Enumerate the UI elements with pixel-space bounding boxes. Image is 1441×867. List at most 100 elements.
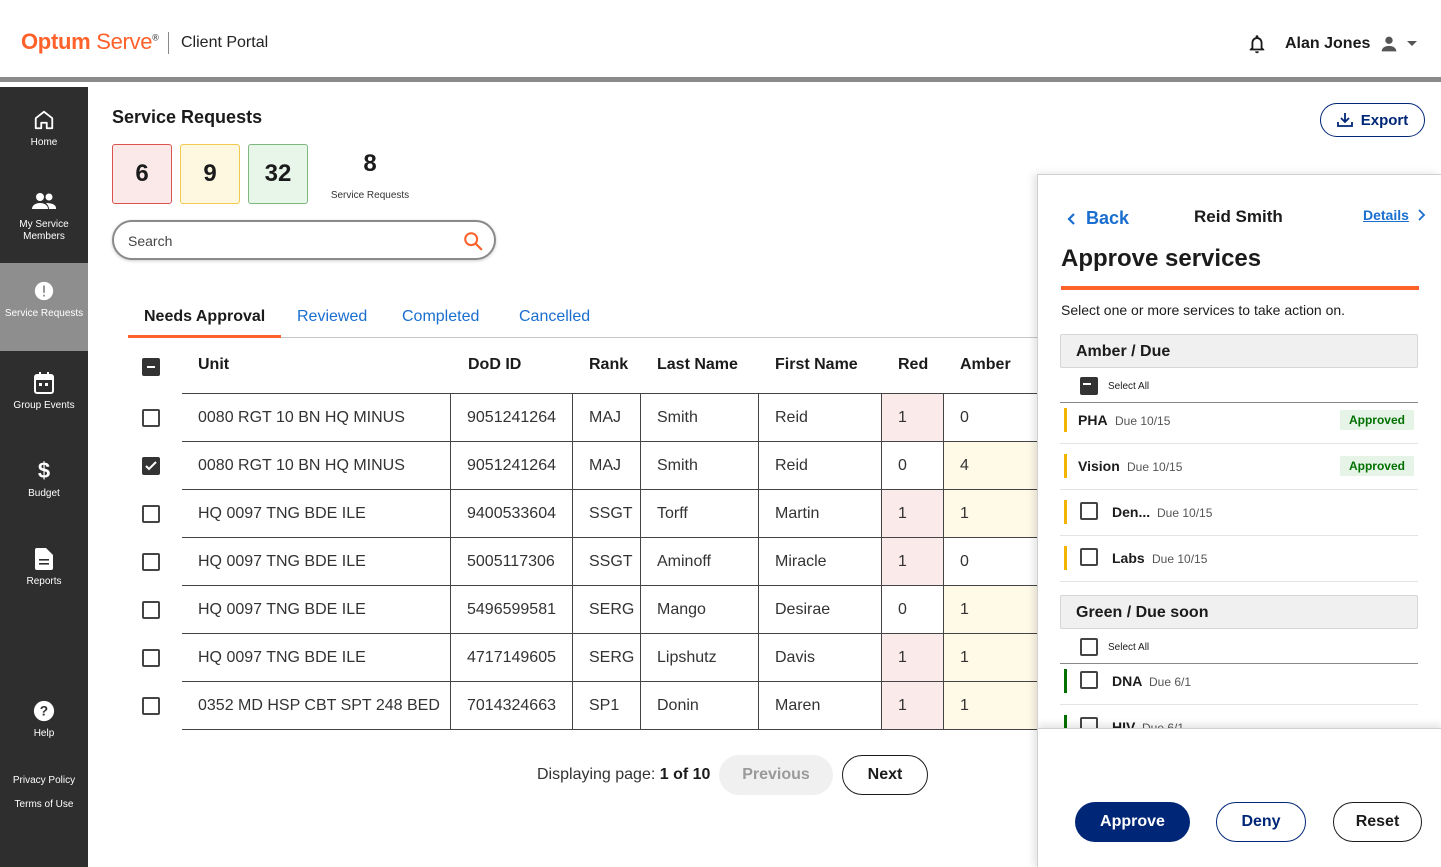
column-header-red[interactable]: Red: [898, 356, 928, 374]
cell-first: Desirae: [758, 586, 881, 633]
tab-needs-approval[interactable]: Needs Approval: [128, 304, 282, 338]
service-checkbox[interactable]: [1080, 502, 1098, 520]
service-item[interactable]: DNA Due 6/1: [1060, 659, 1418, 705]
optum-serve-logo[interactable]: Optum Serve®: [21, 29, 159, 55]
home-icon: [34, 110, 54, 130]
select-all-checkbox[interactable]: [142, 358, 160, 376]
cell-amber: 1: [943, 490, 1040, 537]
amber-count-tile[interactable]: 9: [180, 144, 240, 204]
terms-of-use-link[interactable]: Terms of Use: [0, 799, 88, 810]
cell-first: Davis: [758, 634, 881, 681]
next-page-button[interactable]: Next: [842, 755, 928, 795]
cell-dod-id: 4717149605: [450, 634, 572, 681]
sidebar-item-service-requests[interactable]: Service Requests: [0, 263, 88, 351]
sidebar-item-label: Service Requests: [4, 308, 84, 319]
sidebar-item-home[interactable]: Home: [0, 109, 88, 167]
bell-icon[interactable]: [1246, 33, 1268, 55]
sidebar-item-label: My Service Members: [19, 219, 69, 242]
back-button[interactable]: Back: [1066, 208, 1129, 229]
row-checkbox[interactable]: [142, 409, 160, 427]
sidebar-item-group-events[interactable]: Group Events: [0, 372, 88, 422]
chevron-down-icon[interactable]: [1406, 40, 1418, 48]
row-checkbox[interactable]: [142, 457, 160, 475]
select-all-group-checkbox[interactable]: [1080, 377, 1098, 395]
panel-title-rule: [1061, 286, 1419, 290]
row-checkbox[interactable]: [142, 697, 160, 715]
cell-dod-id: 9051241264: [450, 442, 572, 489]
sidebar: Home My Service Members Service Requests…: [0, 87, 88, 867]
column-header-rank[interactable]: Rank: [589, 356, 628, 374]
tab-reviewed[interactable]: Reviewed: [281, 304, 383, 338]
cell-last: Smith: [640, 394, 758, 441]
sidebar-item-my-service-members[interactable]: My Service Members: [0, 191, 88, 251]
status-indicator: [1064, 546, 1067, 570]
document-icon: [35, 548, 53, 570]
select-all-row[interactable]: Select All: [1080, 638, 1149, 656]
privacy-policy-link[interactable]: Privacy Policy: [0, 775, 88, 786]
people-icon: [32, 193, 56, 209]
column-header-first-name[interactable]: First Name: [775, 356, 858, 374]
sidebar-item-reports[interactable]: Reports: [0, 548, 88, 598]
service-name: Den...: [1112, 504, 1151, 520]
table-row[interactable]: HQ 0097 TNG BDE ILE 5496599581 SERG Mango De…: [182, 586, 1040, 634]
table-row[interactable]: HQ 0097 TNG BDE ILE 5005117306 SSGT Aminoff…: [182, 538, 1040, 586]
row-checkbox[interactable]: [142, 553, 160, 571]
table-row[interactable]: HQ 0097 TNG BDE ILE 4717149605 SERG Lipshut…: [182, 634, 1040, 682]
column-header-last-name[interactable]: Last Name: [657, 356, 738, 374]
user-name[interactable]: Alan Jones: [1285, 35, 1370, 53]
service-checkbox[interactable]: [1080, 671, 1098, 689]
cell-unit: HQ 0097 TNG BDE ILE: [198, 649, 366, 666]
service-item[interactable]: PHA Due 10/15 Approved: [1060, 398, 1418, 444]
deny-button[interactable]: Deny: [1216, 802, 1306, 842]
sidebar-item-help[interactable]: ? Help: [0, 700, 88, 750]
row-checkbox[interactable]: [142, 505, 160, 523]
cell-rank: SERG: [572, 634, 640, 681]
red-count-tile[interactable]: 6: [112, 144, 172, 204]
cell-last: Donin: [640, 682, 758, 729]
green-count-tile[interactable]: 32: [248, 144, 308, 204]
cell-red: 1: [881, 490, 943, 537]
row-checkbox[interactable]: [142, 601, 160, 619]
group-header-amber[interactable]: Amber / Due: [1060, 334, 1418, 368]
row-checkbox[interactable]: [142, 649, 160, 667]
details-link[interactable]: Details: [1363, 207, 1409, 223]
reset-button[interactable]: Reset: [1333, 802, 1422, 842]
previous-page-button[interactable]: Previous: [719, 755, 833, 795]
cell-rank: MAJ: [572, 442, 640, 489]
table-row[interactable]: HQ 0097 TNG BDE ILE 9400533604 SSGT Torff Ma…: [182, 490, 1040, 538]
select-all-row[interactable]: Select All: [1080, 377, 1149, 395]
search-icon[interactable]: [462, 230, 484, 252]
total-requests-count: 8: [363, 150, 377, 177]
back-label: Back: [1086, 208, 1130, 228]
service-due-date: Due 10/15: [1157, 506, 1213, 520]
service-item[interactable]: Labs Due 10/15: [1060, 536, 1418, 582]
table-row[interactable]: 0352 MD HSP CBT SPT 248 BED 7014324663 SP1…: [182, 682, 1040, 730]
tab-completed[interactable]: Completed: [386, 304, 495, 338]
chevron-right-icon[interactable]: [1416, 209, 1426, 221]
select-all-group-checkbox[interactable]: [1080, 638, 1098, 656]
status-indicator: [1064, 500, 1067, 524]
group-header-green[interactable]: Green / Due soon: [1060, 595, 1418, 629]
service-name: DNA: [1112, 673, 1143, 689]
service-item[interactable]: Den... Due 10/15: [1060, 490, 1418, 536]
column-header-amber[interactable]: Amber: [960, 356, 1011, 374]
tab-cancelled[interactable]: Cancelled: [503, 304, 606, 338]
service-item[interactable]: Vision Due 10/15 Approved: [1060, 444, 1418, 490]
cell-last: Smith: [640, 442, 758, 489]
cell-first: Martin: [758, 490, 881, 537]
approve-button[interactable]: Approve: [1075, 802, 1190, 842]
user-avatar-icon[interactable]: [1378, 33, 1400, 55]
table-row[interactable]: 0080 RGT 10 BN HQ MINUS 9051241264 MAJ Smit…: [182, 442, 1040, 490]
cell-red: 1: [881, 682, 943, 729]
cell-unit: 0080 RGT 10 BN HQ MINUS: [198, 457, 405, 474]
requests-table: Unit DoD ID Rank Last Name First Name Re…: [128, 338, 1040, 738]
service-checkbox[interactable]: [1080, 548, 1098, 566]
sidebar-item-budget[interactable]: $ Budget: [0, 460, 88, 510]
column-header-unit[interactable]: Unit: [198, 356, 229, 374]
column-header-dod-id[interactable]: DoD ID: [468, 356, 521, 374]
search-input[interactable]: [128, 231, 448, 251]
table-row[interactable]: 0080 RGT 10 BN HQ MINUS 9051241264 MAJ Smit…: [182, 394, 1040, 442]
cell-rank: SERG: [572, 586, 640, 633]
sidebar-item-label: Group Events: [13, 400, 75, 411]
export-button[interactable]: Export: [1320, 103, 1425, 137]
